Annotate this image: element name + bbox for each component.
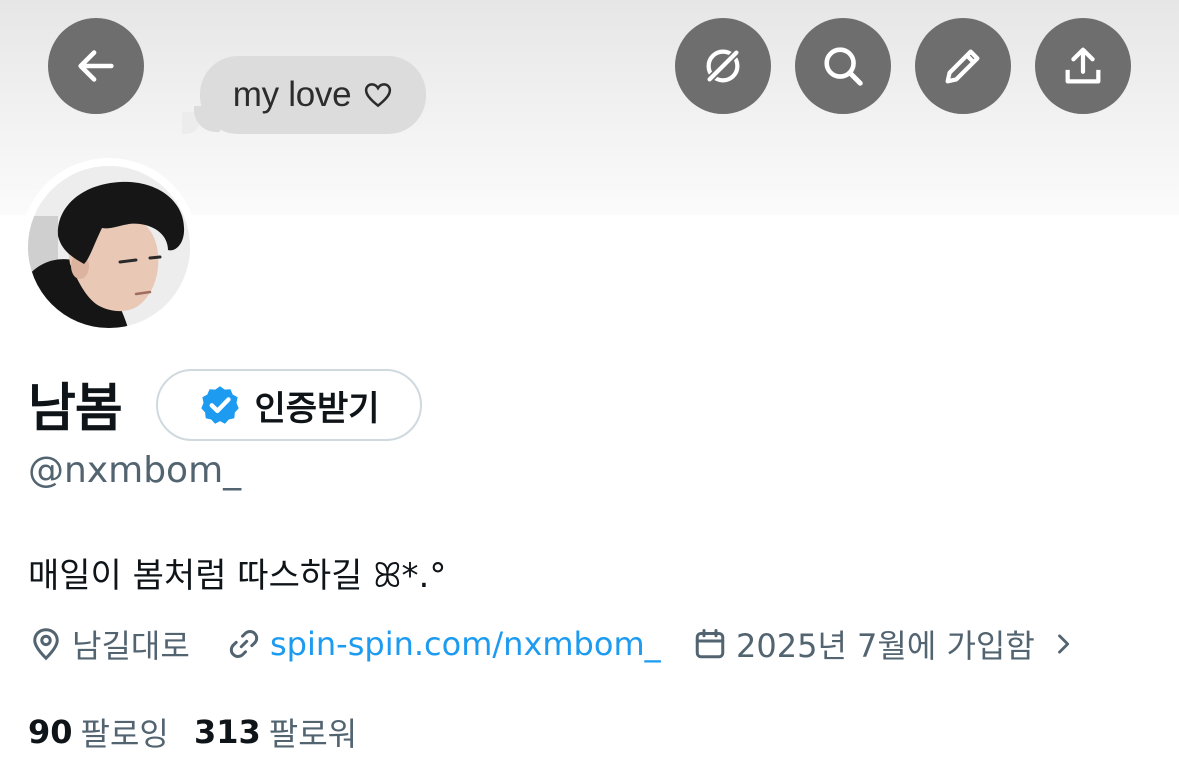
share-button[interactable] xyxy=(1035,18,1131,114)
search-button[interactable] xyxy=(795,18,891,114)
profile-location: 남길대로 xyxy=(28,622,190,666)
profile-screen: my love 남봄 인증받기 @nxmbom_ 매일이 봄처럼 따스하길 ꕤ*… xyxy=(0,0,1179,777)
back-button[interactable] xyxy=(48,18,144,114)
search-icon xyxy=(824,47,863,86)
avatar-photo xyxy=(28,166,190,328)
heart-icon xyxy=(365,83,392,108)
verified-badge-icon xyxy=(201,386,240,424)
link-icon xyxy=(229,629,259,659)
profile-avatar[interactable] xyxy=(20,158,198,336)
following-count: 90 xyxy=(28,713,73,751)
location-text: 남길대로 xyxy=(72,627,190,665)
profile-website[interactable]: spin-spin.com/nxmbom_ xyxy=(226,622,661,666)
following-stat[interactable]: 90 팔로잉 xyxy=(28,710,169,754)
calendar-icon xyxy=(695,629,725,659)
share-icon xyxy=(1065,47,1101,84)
display-name: 남봄 xyxy=(28,379,123,439)
location-pin-icon xyxy=(33,628,59,661)
chat-bubble: my love xyxy=(182,56,426,134)
get-verified-button[interactable]: 인증받기 xyxy=(156,369,422,441)
avatar-illustration xyxy=(28,166,190,328)
profile-banner[interactable]: my love xyxy=(0,0,1179,215)
grok-icon xyxy=(704,47,742,85)
grok-button[interactable] xyxy=(675,18,771,114)
profile-bio: 매일이 봄처럼 따스하길 ꕤ*.° xyxy=(28,556,447,596)
followers-stat[interactable]: 313 팔로워 xyxy=(194,710,357,754)
join-date-text: 2025년 7월에 가입함 xyxy=(736,627,1035,665)
back-arrow-icon xyxy=(78,50,114,82)
website-link[interactable]: spin-spin.com/nxmbom_ xyxy=(270,625,661,663)
profile-join-date[interactable]: 2025년 7월에 가입함 xyxy=(692,622,1077,666)
following-label: 팔로잉 xyxy=(80,715,169,753)
edit-button[interactable] xyxy=(915,18,1011,114)
bubble-tail xyxy=(194,106,220,132)
followers-count: 313 xyxy=(194,713,261,751)
followers-label: 팔로워 xyxy=(268,715,358,753)
chevron-right-icon xyxy=(1057,634,1069,654)
pencil-icon xyxy=(945,49,980,84)
bubble-text: my love xyxy=(232,75,352,114)
profile-handle: @nxmbom_ xyxy=(28,450,242,491)
get-verified-label: 인증받기 xyxy=(254,388,380,429)
